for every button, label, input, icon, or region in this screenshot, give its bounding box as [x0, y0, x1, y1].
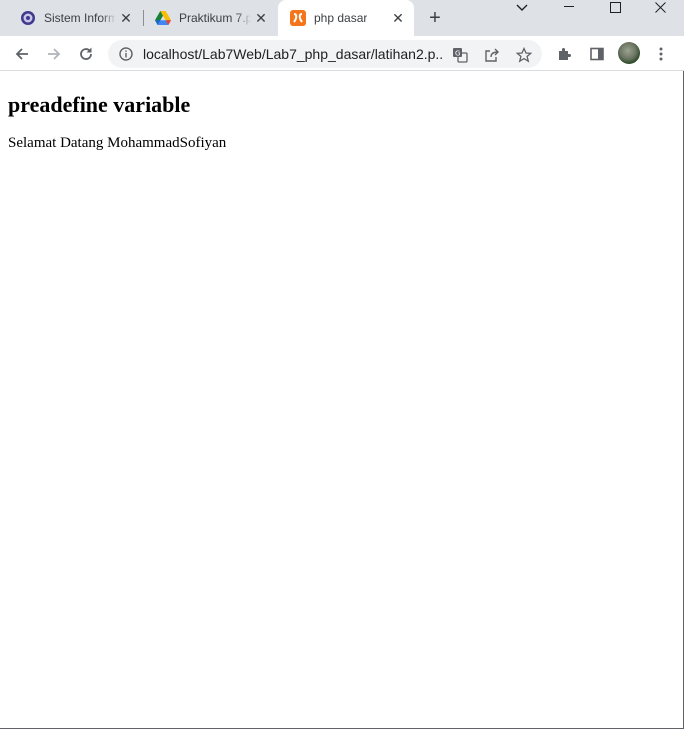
- maximize-button[interactable]: [606, 0, 624, 14]
- page-heading: preadefine variable: [8, 92, 191, 117]
- chevron-down-icon: [516, 4, 528, 11]
- plus-icon: +: [429, 6, 441, 29]
- university-seal-icon: [20, 10, 36, 26]
- maximize-icon: [609, 1, 621, 13]
- address-bar[interactable]: localhost/Lab7Web/Lab7_php_dasar/latihan…: [108, 40, 542, 68]
- tab-php-dasar[interactable]: php dasar ✕: [278, 0, 414, 36]
- google-drive-icon: [155, 10, 171, 26]
- browser-menu-button[interactable]: [649, 42, 673, 66]
- browser-window: Sistem Inform ✕ Praktikum 7.p ✕ php dasa…: [0, 0, 684, 729]
- url-text[interactable]: localhost/Lab7Web/Lab7_php_dasar/latihan…: [143, 46, 443, 62]
- more-vert-icon: [659, 47, 663, 61]
- xampp-icon: [290, 10, 306, 26]
- minimize-button[interactable]: [560, 0, 578, 14]
- reload-button[interactable]: [74, 42, 98, 66]
- back-button[interactable]: [10, 42, 34, 66]
- browser-toolbar: localhost/Lab7Web/Lab7_php_dasar/latihan…: [0, 36, 684, 71]
- arrow-left-icon: [15, 48, 28, 60]
- close-tab-icon[interactable]: ✕: [390, 10, 406, 26]
- tab-title: Praktikum 7.p: [179, 11, 251, 25]
- extensions-button[interactable]: [553, 42, 577, 66]
- tab-title: php dasar: [314, 11, 368, 25]
- forward-button[interactable]: [42, 42, 66, 66]
- share-icon[interactable]: [483, 46, 501, 64]
- page-content: preadefine variable Selamat Datang Moham…: [8, 72, 668, 152]
- close-window-button[interactable]: [651, 0, 669, 14]
- tab-praktikum[interactable]: Praktikum 7.p ✕: [147, 0, 277, 36]
- close-tab-icon[interactable]: ✕: [118, 10, 134, 26]
- tab-search-button[interactable]: [512, 0, 532, 16]
- svg-text:G: G: [455, 50, 460, 58]
- tab-title: Sistem Inform: [44, 11, 116, 25]
- minimize-icon: [564, 6, 574, 7]
- translate-icon[interactable]: G: [451, 46, 469, 64]
- bookmark-star-icon[interactable]: [515, 46, 533, 64]
- side-panel-icon: [590, 47, 604, 61]
- arrow-right-icon: [48, 48, 61, 60]
- side-panel-button[interactable]: [585, 42, 609, 66]
- welcome-text: Selamat Datang MohammadSofiyan: [8, 135, 227, 151]
- close-tab-icon[interactable]: ✕: [253, 10, 269, 26]
- tab-sistem-informasi[interactable]: Sistem Inform ✕: [12, 0, 142, 36]
- new-tab-button[interactable]: +: [425, 6, 445, 29]
- tab-separator: [143, 10, 144, 26]
- puzzle-icon: [559, 48, 571, 60]
- reload-icon: [80, 47, 92, 60]
- profile-avatar[interactable]: [618, 42, 640, 64]
- close-icon: [654, 1, 666, 13]
- site-info-icon[interactable]: [118, 46, 134, 62]
- tab-strip: Sistem Inform ✕ Praktikum 7.p ✕ php dasa…: [0, 0, 684, 36]
